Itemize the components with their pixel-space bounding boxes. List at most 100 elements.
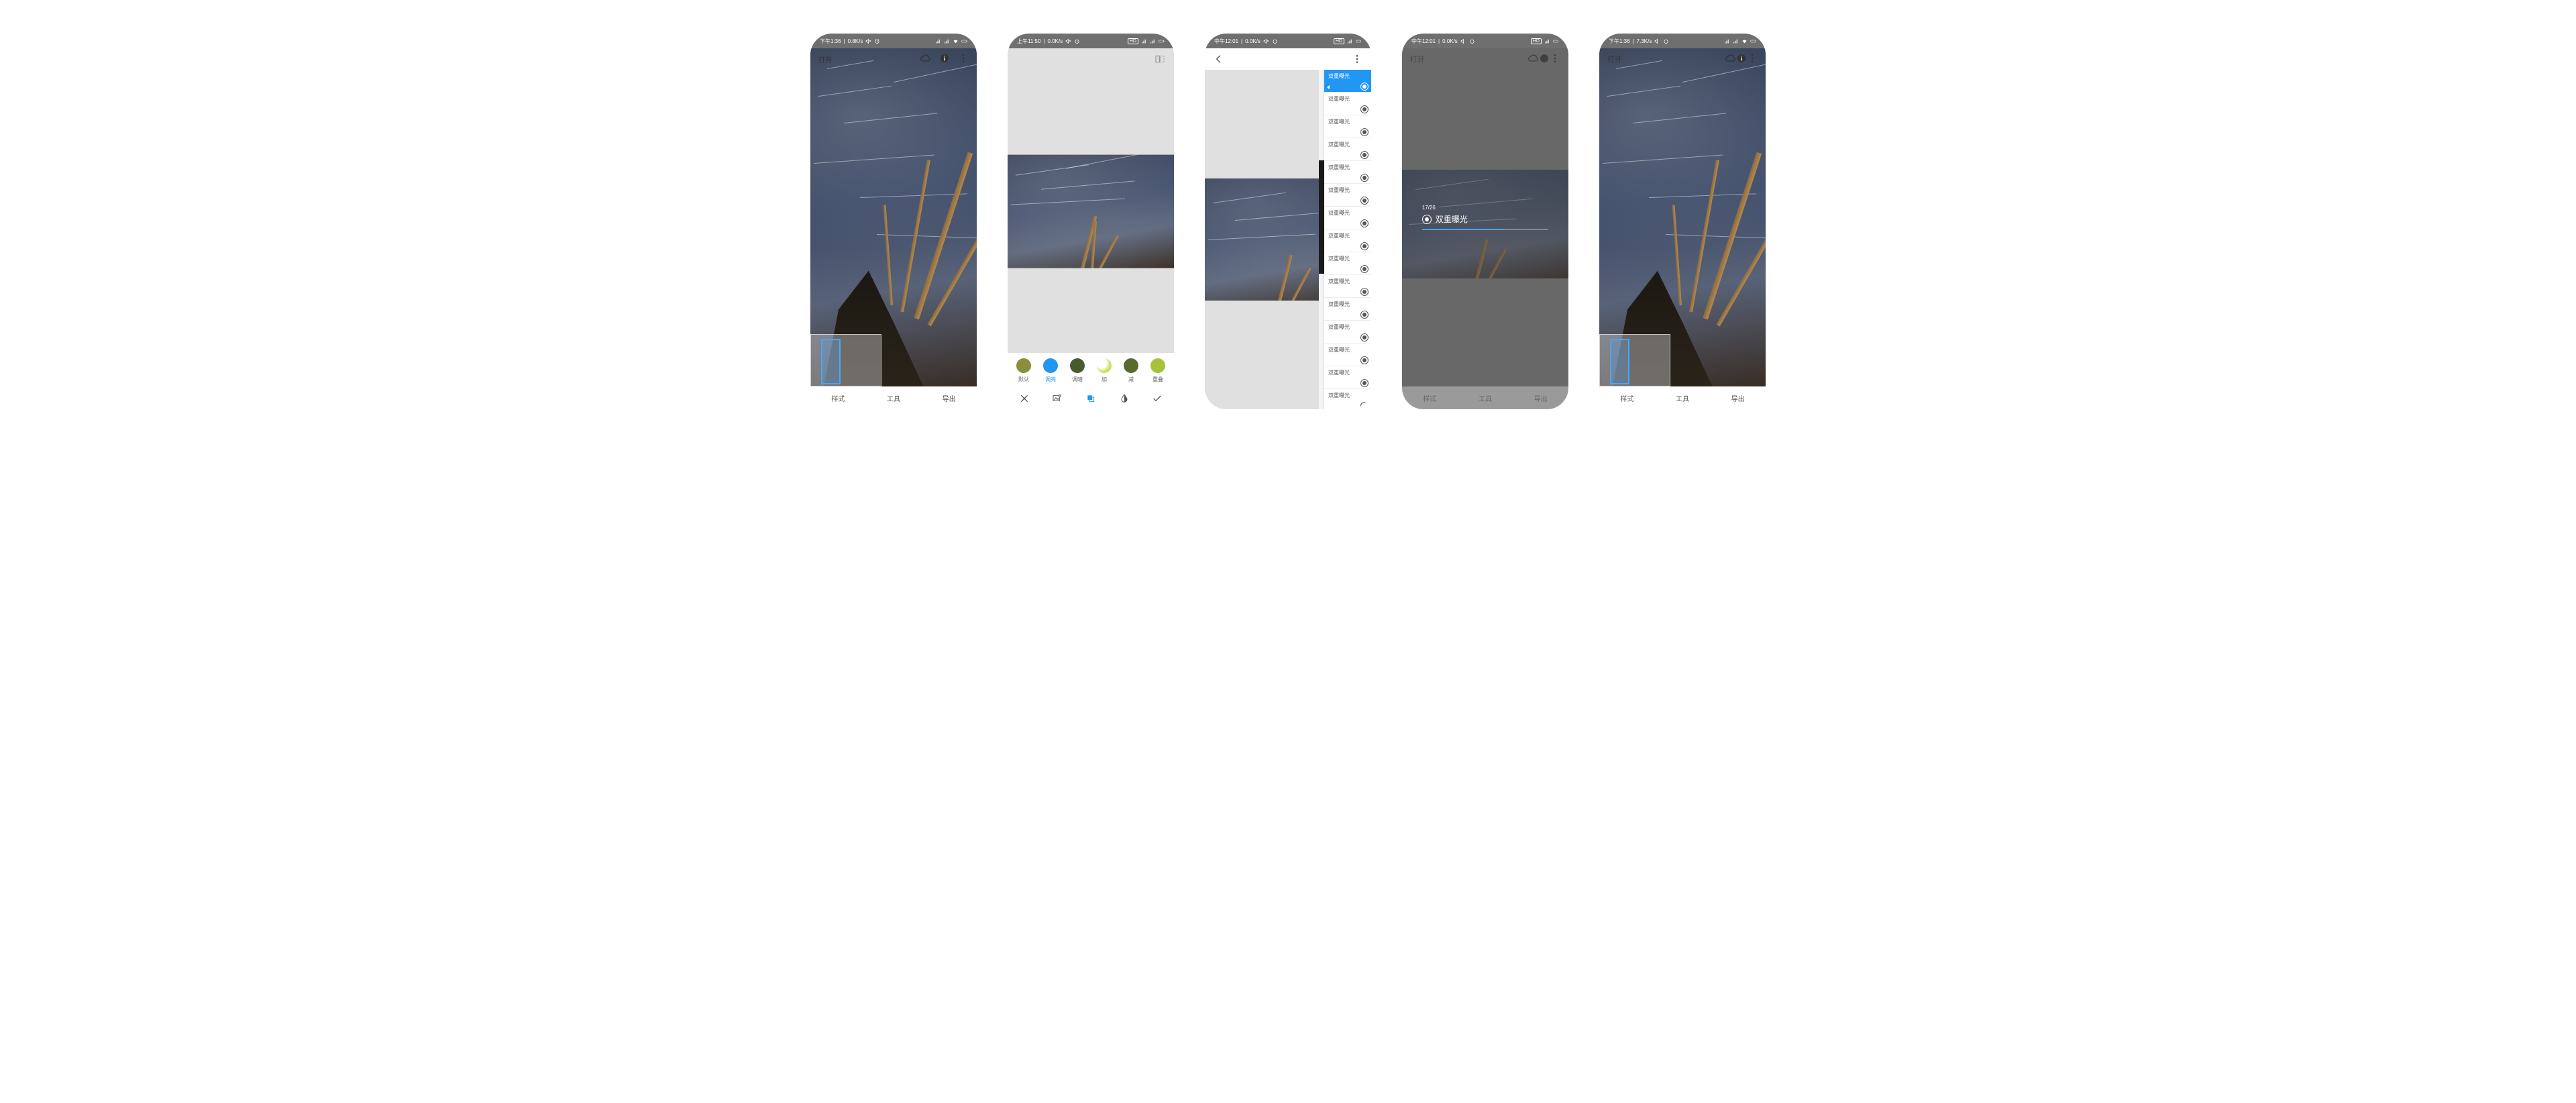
history-item[interactable]: 双重曝光 <box>1324 321 1371 344</box>
crop-handle[interactable] <box>1610 339 1629 384</box>
apply-button[interactable] <box>1151 392 1163 405</box>
status-bar: 中午12:01 | 0.0K/s HD <box>1205 34 1371 48</box>
image-canvas: 打开 17/26 双重曝光 <box>1402 48 1568 386</box>
history-item[interactable]: 双重曝光 <box>1324 298 1371 321</box>
status-time: 中午12:01 <box>1214 38 1238 45</box>
alarm-icon <box>1469 38 1475 44</box>
history-item[interactable]: 双重曝光 <box>1324 138 1371 161</box>
blend-add[interactable]: 加 <box>1092 358 1116 383</box>
chevron-left-icon <box>1327 85 1330 89</box>
alarm-icon <box>1272 38 1278 44</box>
signal-icon <box>1150 38 1156 44</box>
hd-badge: HD <box>1531 38 1542 44</box>
hd-badge: HD <box>1334 38 1344 44</box>
eye-icon <box>1360 83 1368 91</box>
opacity-icon[interactable] <box>1118 392 1130 405</box>
tab-styles[interactable]: 样式 <box>810 386 866 409</box>
battery-icon <box>961 38 967 44</box>
blend-darken[interactable]: 调暗 <box>1065 358 1089 383</box>
status-time: 上午11:50 <box>1017 38 1040 45</box>
crop-handle[interactable] <box>821 339 841 384</box>
history-item[interactable]: 双重曝光 <box>1324 252 1371 275</box>
status-rate: 0.8K/s <box>848 38 863 44</box>
status-time: 下午1:36 <box>820 38 841 45</box>
blend-default[interactable]: 默认 <box>1012 358 1036 383</box>
history-item[interactable]: 双重曝光 <box>1324 93 1371 115</box>
tab-tools: 工具 <box>1458 386 1513 409</box>
blend-subtract[interactable]: 减 <box>1119 358 1143 383</box>
eye-icon <box>1360 333 1368 342</box>
tab-tools[interactable]: 工具 <box>1655 386 1711 409</box>
cancel-button[interactable] <box>1018 392 1030 405</box>
history-item[interactable]: 双重曝光 <box>1324 115 1371 138</box>
image-canvas[interactable]: 双重曝光双重曝光双重曝光双重曝光双重曝光双重曝光双重曝光双重曝光双重曝光双重曝光… <box>1205 70 1371 409</box>
status-rate: 0.0K/s <box>1442 38 1458 44</box>
open-button[interactable]: 打开 <box>818 54 832 64</box>
history-item[interactable]: 双重曝光 <box>1324 184 1371 207</box>
more-icon[interactable] <box>958 53 969 66</box>
tab-styles[interactable]: 样式 <box>1599 386 1655 409</box>
blend-lighten[interactable]: 调亮 <box>1038 358 1063 383</box>
edit-history-list[interactable]: 双重曝光双重曝光双重曝光双重曝光双重曝光双重曝光双重曝光双重曝光双重曝光双重曝光… <box>1324 70 1371 409</box>
more-icon[interactable] <box>1747 53 1758 66</box>
signal-icon <box>944 38 950 44</box>
blend-overlay[interactable]: 重叠 <box>1146 358 1170 383</box>
back-icon[interactable] <box>1213 53 1225 65</box>
mute-icon <box>865 38 871 44</box>
blend-mode-row: 默认 调亮 调暗 加 减 重叠 <box>1008 353 1174 388</box>
status-rate: 0.0K/s <box>1245 38 1260 44</box>
history-item[interactable]: 双重曝光 <box>1324 344 1371 366</box>
phone-double-exposure-edit: 上午11:50 | 0.0K/s HD <box>1008 34 1174 409</box>
cloud-icon[interactable] <box>920 53 931 66</box>
history-item[interactable]: 双重曝光 <box>1324 70 1371 93</box>
history-item[interactable]: 双重曝光 <box>1324 229 1371 252</box>
eye-icon <box>1360 105 1368 113</box>
eye-icon <box>1422 215 1432 224</box>
tab-styles: 样式 <box>1402 386 1458 409</box>
signal-icon <box>1544 38 1550 44</box>
status-bar: 中午12:01 | 0.0K/s HD <box>1402 34 1568 48</box>
crop-overlay[interactable] <box>810 334 881 386</box>
battery-icon <box>1159 38 1165 44</box>
hd-badge: HD <box>1128 38 1138 44</box>
wifi-icon <box>1741 38 1748 44</box>
eye-icon <box>1360 151 1368 159</box>
history-item[interactable]: 双重曝光 <box>1324 389 1371 409</box>
history-item[interactable]: 双重曝光 <box>1324 161 1371 184</box>
progress-bar <box>1422 229 1549 230</box>
status-time: 中午12:01 <box>1411 38 1436 45</box>
blend-label: 减 <box>1128 376 1134 383</box>
info-icon[interactable] <box>1736 53 1747 66</box>
image-canvas[interactable]: 打开 <box>1599 48 1766 386</box>
tab-tools[interactable]: 工具 <box>866 386 922 409</box>
image-canvas[interactable] <box>1008 70 1174 353</box>
edited-image <box>1008 155 1174 268</box>
more-icon[interactable] <box>1351 53 1363 65</box>
status-time: 下午1:36 <box>1609 38 1630 45</box>
cloud-icon[interactable] <box>1725 53 1736 66</box>
eye-icon <box>1360 402 1368 409</box>
alarm-icon <box>874 38 880 44</box>
blend-label: 调暗 <box>1072 376 1083 383</box>
battery-icon <box>1553 38 1559 44</box>
eye-icon <box>1360 265 1368 273</box>
image-canvas[interactable]: 打开 <box>810 48 977 386</box>
blend-mode-icon[interactable] <box>1085 392 1097 405</box>
add-image-icon[interactable] <box>1051 392 1063 405</box>
crop-overlay[interactable] <box>1599 334 1670 386</box>
status-rate: 7.3K/s <box>1637 38 1652 44</box>
tab-export[interactable]: 导出 <box>1710 386 1766 409</box>
phone-edit-history: 中午12:01 | 0.0K/s HD <box>1205 34 1371 409</box>
compare-icon[interactable] <box>1154 53 1166 65</box>
history-item[interactable]: 双重曝光 <box>1324 275 1371 298</box>
info-icon[interactable] <box>939 53 950 66</box>
bottom-nav: 样式 工具 导出 <box>1599 386 1766 409</box>
history-item[interactable]: 双重曝光 <box>1324 366 1371 389</box>
open-button[interactable]: 打开 <box>1607 54 1622 64</box>
tab-export[interactable]: 导出 <box>921 386 977 409</box>
blend-label: 默认 <box>1018 376 1029 383</box>
history-item[interactable]: 双重曝光 <box>1324 207 1371 229</box>
eye-icon <box>1360 311 1368 319</box>
mute-icon <box>1263 38 1269 44</box>
phone-snapseed-main-1: 下午1:36 | 0.8K/s <box>810 34 977 409</box>
